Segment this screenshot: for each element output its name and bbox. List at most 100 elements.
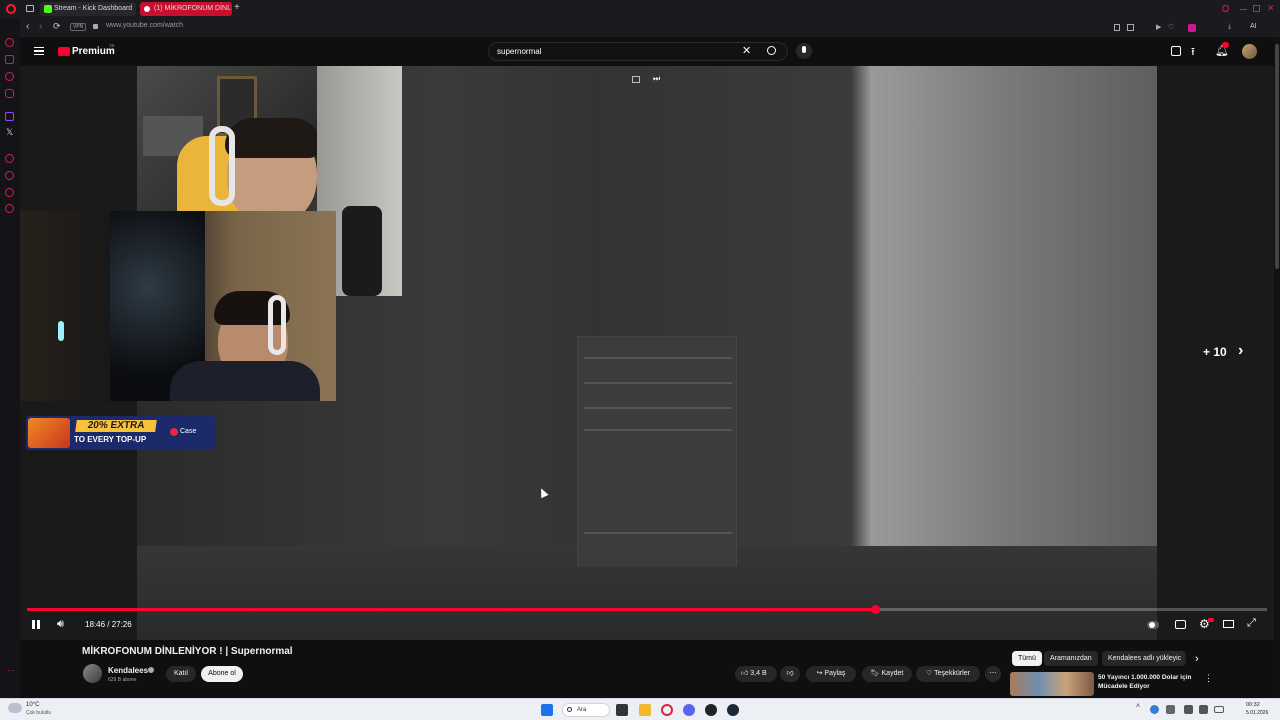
bookmark-icon[interactable]	[1114, 24, 1120, 31]
rail-instagram-icon[interactable]	[5, 89, 14, 98]
clock-date[interactable]: 5.01.2026	[1246, 710, 1268, 716]
address-bar: ‹ › ⟳ VPN www.youtube.com/watch ▶ ♡ ⤓ AI	[0, 18, 1280, 38]
rail-bookmarks-icon[interactable]	[5, 188, 14, 197]
weather-icon[interactable]	[8, 703, 22, 713]
recommended-menu-icon[interactable]: ⋮	[1204, 673, 1213, 684]
sponsor-ad-banner[interactable]: 20% EXTRA TO EVERY TOP-UP Case	[26, 416, 216, 450]
rail-workspace-icon[interactable]	[5, 55, 14, 64]
minimize-icon[interactable]	[1240, 9, 1247, 10]
volume-tray-icon[interactable]	[1199, 705, 1208, 714]
subtitles-icon[interactable]	[1175, 620, 1186, 629]
reload-icon[interactable]: ⟳	[53, 21, 61, 32]
rail-history-icon[interactable]	[5, 154, 14, 163]
thanks-button[interactable]: ♡ Teşekkürler	[916, 666, 980, 682]
fullscreen-icon[interactable]: ⤢	[1247, 617, 1256, 630]
weather-desc: Çok bulutlu	[26, 710, 52, 716]
clock-time[interactable]: 00:32	[1246, 702, 1260, 708]
volume-icon[interactable]: 🔊︎	[57, 618, 64, 630]
close-window-icon[interactable]: ✕	[1267, 2, 1275, 14]
download-icon[interactable]: ⤓	[1228, 23, 1231, 31]
chip-from-uploader[interactable]: Kendalees adlı yükleyic	[1102, 651, 1186, 666]
like-button[interactable]: 👍︎ 3,4 B	[735, 666, 777, 682]
subscriber-count: 629 B abone	[108, 677, 137, 683]
rail-twitch-icon[interactable]	[5, 112, 14, 121]
rail-more-icon[interactable]: ⋯	[7, 666, 15, 675]
share-button[interactable]: ↪ Paylaş	[806, 666, 856, 682]
miniplayer-icon[interactable]	[632, 76, 640, 83]
chips-next-icon[interactable]: ›	[1195, 653, 1199, 665]
tray-app-icon-2[interactable]	[1166, 705, 1175, 714]
tab-youtube-video[interactable]: (1) MİKROFONUM DİNL	[140, 2, 232, 16]
task-view-icon[interactable]	[616, 704, 628, 716]
clear-search-icon[interactable]: ✕	[742, 44, 751, 57]
taskbar-search[interactable]: Ara	[562, 703, 610, 717]
forward-icon[interactable]: ›	[39, 21, 42, 32]
weather-temp: 10°C	[26, 702, 40, 708]
search-icon[interactable]	[767, 46, 776, 55]
rail-aria-icon[interactable]	[5, 38, 14, 47]
create-icon[interactable]	[1171, 46, 1181, 56]
youtube-logo-icon[interactable]	[58, 47, 70, 56]
extension-pink-icon[interactable]	[1188, 24, 1196, 32]
tab-kick-dashboard[interactable]: Stream - Kick Dashboard	[40, 2, 136, 16]
heart-icon[interactable]: ♡	[1168, 23, 1174, 31]
subscribe-button[interactable]: Abone ol	[201, 666, 243, 682]
notification-badge	[1222, 42, 1229, 48]
steam-icon[interactable]	[727, 704, 739, 716]
chip-from-search[interactable]: Aramanızdan	[1044, 651, 1098, 666]
youtube-header: Premium TR supernormal ✕ ⭱ 🔔︎	[20, 38, 1280, 66]
menu-icon[interactable]	[34, 47, 44, 55]
dislike-button[interactable]: 👎︎	[780, 666, 800, 682]
recommended-title[interactable]: 50 Yayıncı 1.000.000 Dolar için Mücadele…	[1098, 673, 1191, 691]
rail-settings-icon[interactable]	[5, 204, 14, 213]
progress-bar[interactable]	[27, 605, 1267, 614]
start-button-icon[interactable]	[541, 704, 553, 716]
url-field[interactable]: www.youtube.com/watch	[106, 22, 183, 29]
tray-app-icon[interactable]	[1150, 705, 1159, 714]
vpn-badge[interactable]: VPN	[70, 23, 87, 31]
join-button[interactable]: Katıl	[166, 666, 196, 682]
page-scrollbar-thumb[interactable]	[1275, 44, 1279, 269]
maximize-icon[interactable]	[1253, 5, 1260, 12]
voice-search-icon[interactable]	[796, 43, 812, 59]
ad-brand: Case	[180, 428, 197, 435]
chevron-right-icon[interactable]: ›	[1238, 342, 1243, 360]
theater-mode-icon[interactable]	[1223, 620, 1234, 628]
extension-icons: ▶ ♡ ⤓	[1114, 23, 1234, 32]
recommended-thumbnail[interactable]	[1010, 672, 1094, 696]
video-player[interactable]: ⏭ 20% EXTRA TO EVERY TOP-UP Case + 10 ›	[20, 66, 1274, 640]
recommended-title-line1: 50 Yayıncı 1.000.000 Dolar için	[1098, 674, 1192, 681]
play-icon[interactable]: ▶	[1156, 23, 1161, 31]
back-icon[interactable]: ‹	[26, 21, 29, 32]
opera-logo-icon[interactable]	[6, 4, 16, 14]
tab-label: (1) MİKROFONUM DİNL	[154, 5, 231, 12]
save-button[interactable]: 🔖︎ Kaydet	[862, 666, 912, 682]
channel-avatar[interactable]	[83, 664, 102, 683]
channel-name[interactable]: Kendalees	[108, 666, 148, 675]
more-actions-button[interactable]: ⋯	[985, 666, 1001, 682]
streamer-webcam-2	[20, 211, 336, 401]
rail-x-icon[interactable]: 𝕏	[6, 127, 13, 138]
chip-all[interactable]: Tümü	[1012, 651, 1042, 666]
windows-taskbar: 10°C Çok bulutlu Ara ˄ 00:32 5.01.2026	[0, 698, 1280, 720]
autoplay-toggle[interactable]	[1147, 621, 1159, 629]
tab-list-icon[interactable]	[26, 5, 34, 12]
tray-chevron-icon[interactable]: ˄	[1136, 703, 1140, 710]
discord-icon[interactable]	[683, 704, 695, 716]
lock-icon	[93, 24, 98, 29]
like-icon: 👍︎	[741, 670, 749, 677]
opera-gx-icon[interactable]	[661, 704, 673, 716]
rail-clock-icon[interactable]	[5, 171, 14, 180]
snapshot-icon[interactable]	[1127, 24, 1134, 31]
new-tab-button[interactable]: +	[234, 2, 244, 14]
ai-button[interactable]: AI	[1250, 23, 1257, 30]
rail-messenger-icon[interactable]	[5, 72, 14, 81]
avatar[interactable]	[1242, 44, 1257, 59]
battery-icon[interactable]	[1214, 706, 1224, 713]
skip-chapter-icon[interactable]: ⏭	[653, 74, 660, 84]
network-icon[interactable]	[1184, 705, 1193, 714]
file-explorer-icon[interactable]	[639, 704, 651, 716]
upload-icon[interactable]: ⭱	[1191, 43, 1195, 62]
search-tabs-icon[interactable]	[1222, 5, 1229, 12]
obs-icon[interactable]	[705, 704, 717, 716]
